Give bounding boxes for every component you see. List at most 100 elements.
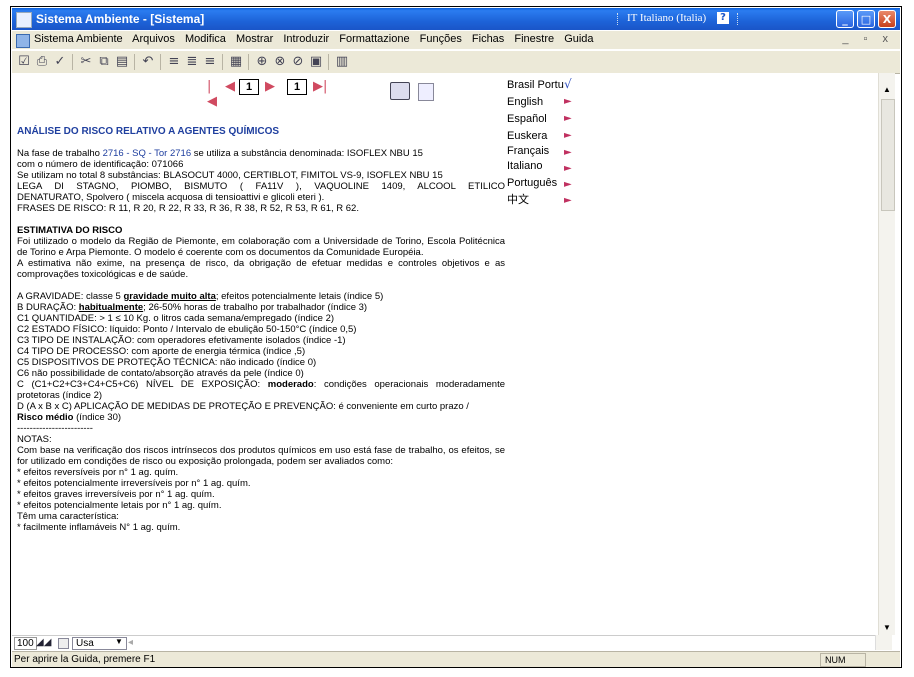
print-icon[interactable]: ⎙ — [34, 54, 50, 70]
language-bar-grip[interactable] — [617, 13, 620, 25]
risk-index: (índice 30) — [76, 412, 122, 423]
next-page-icon[interactable]: ▶ — [265, 79, 275, 94]
page-tools-bar: 100 ◢◢ Usa ▼ ◂ — [12, 635, 878, 651]
phase-link[interactable]: 2716 - SQ - Tor 2716 — [103, 148, 192, 159]
menu-finestre[interactable]: Finestre — [514, 33, 554, 45]
page-number-field[interactable]: 1 — [239, 79, 259, 95]
intro-pre: Na fase de trabalho — [17, 148, 100, 159]
line-style-icon[interactable]: ◢◢ — [36, 637, 51, 648]
lang-label: Brasil Portu — [507, 79, 564, 91]
document-window-controls[interactable]: _ ▫ x — [842, 33, 894, 45]
gravity-level: gravidade muito alta — [123, 291, 216, 302]
arrow-right-icon: ► — [564, 179, 572, 190]
input-language-indicator[interactable]: IT Italiano (Italia) — [627, 12, 706, 24]
link-icon[interactable]: ⊗ — [272, 54, 288, 70]
lang-item-brasil[interactable]: Brasil Portu √ — [507, 77, 572, 93]
app-icon[interactable] — [16, 12, 32, 28]
print-preview-icon[interactable] — [390, 82, 410, 100]
intro-line: LEGA DI STAGNO, PIOMBO, BISMUTO ( FA11V … — [17, 181, 505, 192]
exposure-line: C (C1+C2+C3+C4+C5+C6) NÍVEL DE EXPOSIÇÃO… — [17, 379, 505, 401]
characteristic-title: Têm uma característica: — [17, 511, 119, 522]
menu-arquivos[interactable]: Arquivos — [132, 33, 175, 45]
language-bar[interactable]: IT Italiano (Italia) ? — [617, 11, 792, 27]
lang-label: Français — [507, 145, 550, 157]
notes-paragraph: Com base na verificação dos riscos intrí… — [17, 445, 505, 467]
page-count-field[interactable]: 1 — [287, 79, 307, 95]
last-page-icon[interactable]: ▶| — [313, 79, 327, 94]
lang-item-chinese[interactable]: 中文 ► — [507, 191, 572, 206]
lang-item-euskera[interactable]: Euskera ► — [507, 130, 572, 144]
menu-mostrar[interactable]: Mostrar — [236, 33, 273, 45]
hscroll-left-icon[interactable]: ◂ — [128, 637, 133, 648]
language-bar-options[interactable] — [737, 13, 740, 25]
arrow-right-icon: ► — [564, 113, 572, 124]
intro-line: DENATURATO, Spolvero ( miscela acquosa d… — [17, 192, 325, 203]
style-dropdown-icon[interactable]: ▼ — [115, 637, 123, 646]
unlink-icon[interactable]: ⊘ — [290, 54, 306, 70]
align-left-icon[interactable]: ≡ — [166, 54, 182, 70]
export-icon[interactable]: ▥ — [334, 54, 350, 70]
first-page-icon[interactable]: |◀ — [207, 79, 217, 109]
scroll-thumb[interactable] — [881, 99, 895, 211]
scroll-up-arrow-icon[interactable]: ▲ — [880, 83, 894, 97]
menu-introduzir[interactable]: Introduzir — [283, 33, 329, 45]
maximize-button[interactable]: □ — [857, 10, 875, 28]
zoom-field[interactable]: 100 — [14, 637, 37, 650]
align-right-icon[interactable]: ≡ — [202, 54, 218, 70]
scroll-down-arrow-icon[interactable]: ▼ — [880, 621, 894, 635]
table-icon[interactable]: ▦ — [228, 54, 244, 70]
help-icon[interactable]: ? — [717, 12, 729, 24]
estimate-paragraph: Foi utilizado o modelo da Região de Piem… — [17, 236, 505, 258]
risk-phrases: FRASES DE RISCO: R 11, R 20, R 22, R 33,… — [17, 203, 359, 214]
undo-icon[interactable]: ↶ — [140, 54, 156, 70]
menu-fichas[interactable]: Fichas — [472, 33, 504, 45]
toolbar-separator — [72, 54, 73, 70]
menu-formattazione[interactable]: Formattazione — [339, 33, 409, 45]
menu-guida[interactable]: Guida — [564, 33, 593, 45]
lang-item-italiano[interactable]: Italiano ► — [507, 160, 572, 174]
toolbar-separator — [134, 54, 135, 70]
lang-item-english[interactable]: English ► — [507, 96, 572, 110]
menu-bar: Sistema Ambiente Arquivos Modifica Mostr… — [12, 31, 900, 49]
vertical-scrollbar[interactable]: ▲ ▼ — [878, 73, 895, 635]
cut-icon[interactable]: ✂ — [78, 54, 94, 70]
c3-line: C3 TIPO DE INSTALAÇÃO: com operadores ef… — [17, 335, 346, 346]
duration-pre: B DURAÇÃO: — [17, 302, 77, 313]
lang-label: Português — [507, 177, 558, 189]
page-list-icon[interactable] — [418, 83, 434, 101]
num-lock-indicator: NUM — [820, 653, 866, 667]
intro-line: com o número de identificação: 071066 — [17, 159, 184, 170]
risk-level: Risco médio — [17, 412, 74, 423]
spellcheck-icon[interactable]: ✓ — [52, 54, 68, 70]
duration-level: habitualmente — [78, 302, 144, 313]
minimize-button[interactable]: _ — [836, 10, 854, 28]
insert-icon[interactable]: ⊕ — [254, 54, 270, 70]
check-icon: √ — [564, 77, 572, 91]
lang-item-portugues[interactable]: Português ► — [507, 177, 572, 191]
document-heading: ANÁLISE DO RISCO RELATIVO A AGENTES QUÍM… — [17, 126, 280, 137]
separator-line: ------------------------ — [17, 423, 93, 434]
color-swatch-icon[interactable] — [58, 638, 69, 649]
checkbox-icon[interactable]: ☑ — [16, 54, 32, 70]
c1-line: C1 QUANTIDADE: > 1 ≤ 10 Kg. o litros cad… — [17, 313, 335, 324]
notes-item: * efeitos potencialmente letais por n° 1… — [17, 500, 222, 511]
image-icon[interactable]: ▣ — [308, 54, 324, 70]
intro-line: Se utilizam no total 8 substâncias: BLAS… — [17, 170, 443, 181]
menu-funcoes[interactable]: Funções — [420, 33, 462, 45]
align-center-icon[interactable]: ≣ — [184, 54, 200, 70]
hscroll-right-icon[interactable] — [875, 635, 892, 650]
gravity-post: ; efeitos potencialmente letais (índice … — [215, 291, 384, 302]
copy-icon[interactable]: ⧉ — [96, 54, 112, 70]
lang-label: Español — [507, 113, 547, 125]
document-content: ANÁLISE DO RISCO RELATIVO A AGENTES QUÍM… — [17, 126, 505, 533]
menu-modifica[interactable]: Modifica — [185, 33, 226, 45]
previous-page-icon[interactable]: ◀ — [225, 79, 235, 94]
title-bar[interactable]: Sistema Ambiente - [Sistema] IT Italiano… — [12, 8, 900, 30]
document-icon[interactable] — [16, 34, 30, 48]
c6-line: C6 não possibilidade de contato/absorção… — [17, 368, 304, 379]
lang-item-francais[interactable]: Français ► — [507, 145, 572, 159]
paste-icon[interactable]: ▤ — [114, 54, 130, 70]
close-button[interactable]: X — [878, 10, 896, 28]
menu-sistema-ambiente[interactable]: Sistema Ambiente — [34, 33, 123, 45]
lang-item-espanol[interactable]: Español ► — [507, 113, 572, 127]
